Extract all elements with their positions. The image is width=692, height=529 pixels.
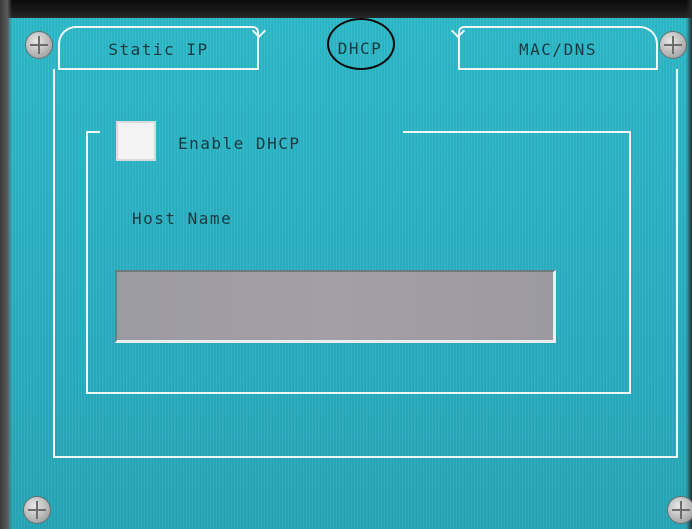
screw-icon: [660, 32, 686, 58]
device-bezel-top: [0, 0, 692, 18]
screw-icon: [668, 497, 692, 523]
device-bezel-left: [0, 0, 12, 529]
dhcp-group-frame-top-right: [403, 131, 631, 133]
device-bezel-right: [686, 0, 692, 529]
tab-mac-dns-label: MAC/DNS: [519, 39, 597, 59]
host-name-label: Host Name: [132, 209, 233, 228]
tab-static-ip[interactable]: Static IP: [58, 26, 259, 70]
host-name-input[interactable]: [115, 270, 556, 343]
enable-dhcp-label: Enable DHCP: [178, 134, 301, 153]
tab-dhcp[interactable]: DHCP: [262, 26, 458, 70]
enable-dhcp-checkbox[interactable]: [116, 121, 156, 161]
screw-icon: [24, 497, 50, 523]
dhcp-group-frame-top-left: [86, 131, 100, 133]
tab-mac-dns[interactable]: MAC/DNS: [458, 26, 658, 70]
dhcp-group-frame: [86, 131, 631, 394]
touch-panel-screen: Static IP DHCP MAC/DNS Enable DHCP Host …: [0, 0, 692, 529]
tab-static-ip-label: Static IP: [108, 39, 209, 59]
screw-icon: [26, 32, 52, 58]
tab-dhcp-label: DHCP: [337, 38, 383, 58]
